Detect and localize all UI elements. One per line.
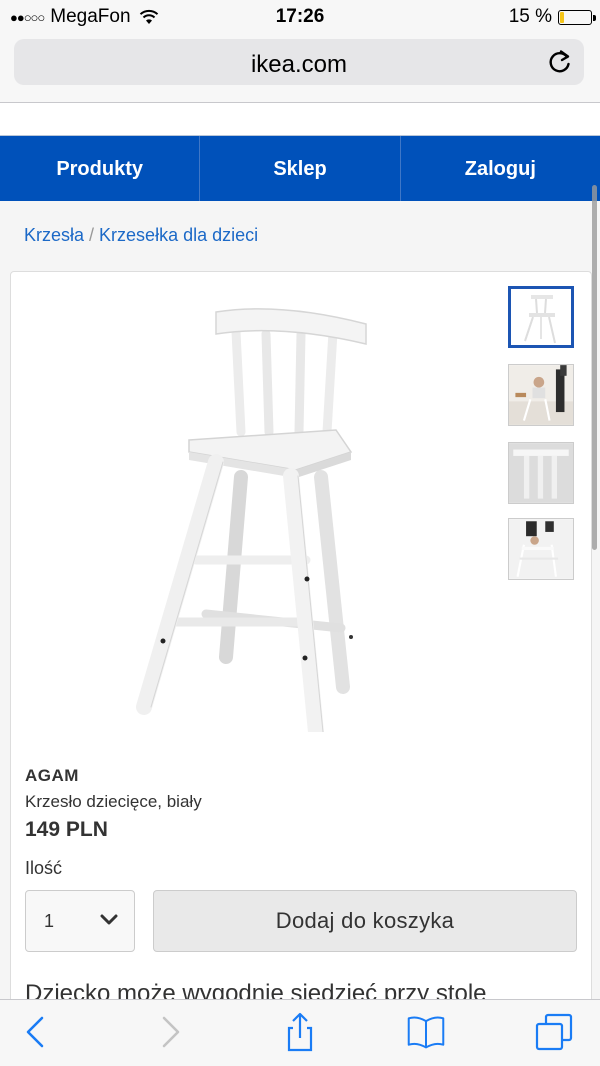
thumbnail-chair-with-child[interactable] — [508, 364, 574, 426]
share-icon[interactable] — [280, 1012, 320, 1052]
child-photo-thumbnail-icon — [509, 365, 573, 425]
status-bar: ●●○○○ MegaFon 17:26 15 % — [0, 0, 600, 34]
product-card: AGAM Krzesło dziecięce, biały 149 PLN Il… — [10, 271, 592, 1013]
chair-detail-thumbnail-icon — [509, 443, 573, 503]
product-description: Krzesło dziecięce, biały — [25, 792, 202, 811]
address-bar[interactable]: ikea.com — [14, 39, 584, 85]
quantity-select[interactable]: 1 — [25, 890, 135, 952]
url-text[interactable]: ikea.com — [14, 51, 584, 79]
battery-status: 15 % — [508, 6, 596, 28]
product-name: AGAM — [25, 766, 79, 785]
page-content: Krzesła / Krzesełka dla dzieci AGAM Krze… — [0, 201, 600, 1013]
breadcrumb-separator: / — [89, 225, 95, 245]
quantity-label: Ilość — [25, 858, 63, 878]
back-icon[interactable] — [18, 1012, 58, 1052]
breadcrumb-link-children-chairs[interactable]: Krzesełka dla dzieci — [99, 225, 258, 245]
page-scrollbar[interactable] — [592, 185, 597, 550]
browser-address-area: ikea.com — [0, 34, 600, 103]
nav-item-sklep[interactable]: Sklep — [200, 136, 401, 202]
tabs-icon[interactable] — [534, 1012, 574, 1052]
battery-level — [560, 11, 564, 23]
chevron-down-icon — [100, 914, 118, 925]
reload-icon[interactable] — [546, 48, 574, 76]
climbing-photo-thumbnail-icon — [509, 519, 573, 579]
forward-icon[interactable] — [148, 1012, 188, 1052]
thumbnail-chair-back-detail[interactable] — [508, 442, 574, 504]
product-image[interactable] — [111, 292, 431, 732]
add-to-cart-button[interactable]: Dodaj do koszyka — [153, 890, 577, 952]
nav-item-zaloguj[interactable]: Zaloguj — [401, 136, 600, 202]
thumbnail-chair-front[interactable] — [508, 286, 574, 348]
nav-item-produkty[interactable]: Produkty — [0, 136, 201, 202]
thumbnail-child-climbing[interactable] — [508, 518, 574, 580]
quantity-value: 1 — [44, 911, 55, 931]
battery-percent: 15 % — [508, 6, 552, 27]
main-nav: Produkty Sklep Zaloguj — [0, 135, 600, 202]
chair-thumbnail-icon — [524, 295, 556, 344]
breadcrumb: Krzesła / Krzesełka dla dzieci — [24, 225, 258, 246]
bookmarks-icon[interactable] — [406, 1012, 446, 1052]
browser-toolbar — [0, 999, 600, 1066]
product-price: 149 PLN — [25, 818, 108, 841]
breadcrumb-link-chairs[interactable]: Krzesła — [24, 225, 84, 245]
battery-icon — [558, 9, 596, 25]
